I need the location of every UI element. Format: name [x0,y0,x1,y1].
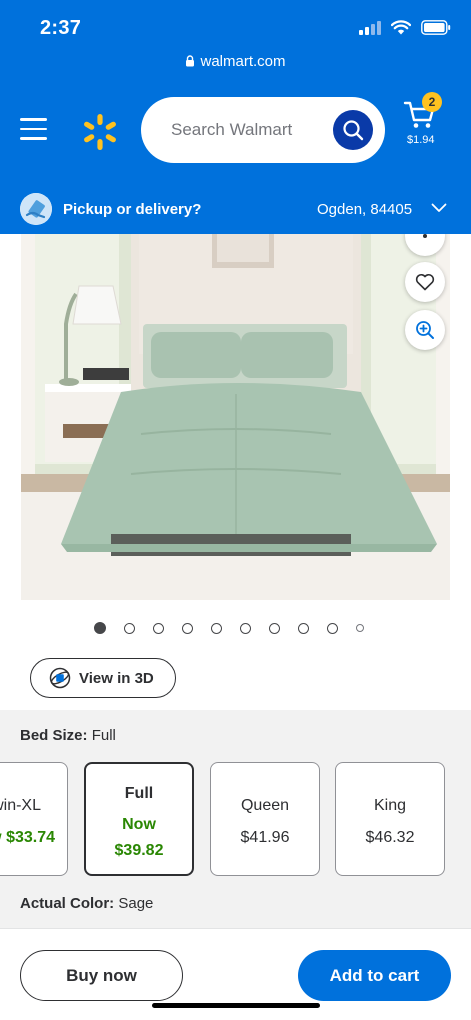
size-option-price: w $33.74 [0,829,55,846]
heart-icon [415,273,435,291]
carousel-dot[interactable] [327,622,338,634]
size-option-name: win-XL [0,797,41,814]
size-option-queen[interactable]: Queen $41.96 [210,762,320,876]
battery-icon [421,20,451,35]
walmart-spark-logo[interactable] [80,112,120,152]
carousel-dot[interactable] [356,624,364,632]
carousel-dot[interactable] [182,622,193,634]
carousel-dot[interactable] [124,622,135,634]
image-carousel-dots [94,622,364,634]
store-location: Ogden, 84405 [317,201,413,218]
status-bar: 2:37 [0,0,471,46]
chevron-down-icon [431,203,447,212]
buy-now-button[interactable]: Buy now [20,950,183,1001]
zoom-in-icon [416,321,434,339]
pickup-delivery-icon [20,193,52,225]
view-in-3d-label: View in 3D [79,669,154,687]
add-to-cart-button[interactable]: Add to cart [298,950,451,1001]
pickup-delivery-label: Pickup or delivery? [63,201,202,218]
search-button[interactable] [333,110,373,150]
color-value: Sage [118,895,154,912]
size-option-twin-xl[interactable]: win-XL w $33.74 [0,762,68,876]
share-icon [423,234,427,238]
cart-total: $1.94 [407,134,435,146]
status-icons [359,20,451,35]
size-option-king[interactable]: King $46.32 [335,762,445,876]
size-option-name: Queen [240,797,290,814]
wifi-icon [391,20,411,35]
size-option-price: $41.96 [240,829,290,846]
zoom-button[interactable] [405,310,445,350]
size-option-price: $46.32 [365,829,415,846]
product-image[interactable] [21,234,450,600]
comforter-photo [21,234,450,600]
carousel-dot[interactable] [240,622,251,634]
size-option-price: $39.82 [114,842,164,859]
search-placeholder: Search Walmart [171,120,293,139]
search-input[interactable]: Search Walmart [141,97,385,163]
cart-count-badge: 2 [422,92,442,112]
home-indicator[interactable] [152,1003,320,1008]
variant-selector: Bed Size: Full win-XL w $33.74 Full Now … [0,710,471,928]
bed-size-value: Full [91,727,116,744]
view-in-3d-button[interactable]: View in 3D [30,658,176,698]
3d-view-icon [49,667,71,689]
carousel-dot[interactable] [269,622,280,634]
favorite-button[interactable] [405,262,445,302]
cart-button[interactable]: 2 $1.94 [401,92,449,154]
now-label: Now [122,816,156,833]
browser-url: walmart.com [200,52,286,70]
carousel-dot[interactable] [94,622,106,634]
menu-button[interactable] [20,118,50,142]
carousel-dot[interactable] [298,622,309,634]
bed-size-label: Bed Size: Full [20,727,116,744]
status-time: 2:37 [40,17,82,39]
size-option-full[interactable]: Full Now $39.82 [84,762,194,876]
browser-url-bar[interactable]: walmart.com [0,46,471,76]
cellular-signal-icon [359,20,381,35]
carousel-dot[interactable] [211,622,222,634]
hamburger-icon [20,118,47,121]
lock-icon [186,55,195,67]
size-option-name: Full [124,785,154,802]
color-label: Actual Color: Sage [20,895,154,912]
site-header: Search Walmart 2 $1.94 [0,76,471,186]
product-page: 2:37 walmart.com Search Walmart 2 $1.94 … [0,0,471,1020]
pickup-delivery-bar[interactable]: Pickup or delivery? Ogden, 84405 [0,186,471,234]
carousel-dot[interactable] [153,622,164,634]
search-icon [343,120,364,141]
size-option-name: King [373,797,407,814]
